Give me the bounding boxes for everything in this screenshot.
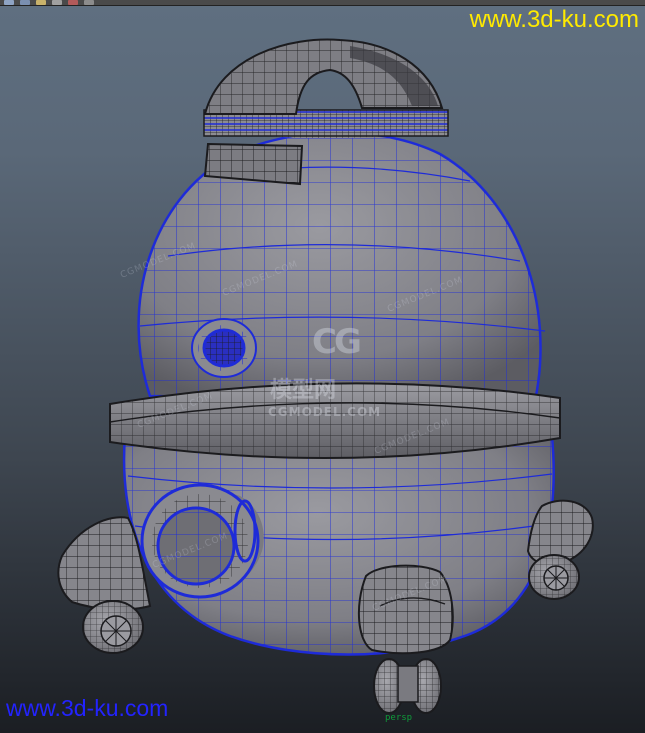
light-icon[interactable]: [36, 0, 46, 5]
grid-icon[interactable]: [4, 0, 14, 5]
xray-icon[interactable]: [84, 0, 94, 5]
latch-clip: [203, 142, 304, 186]
maya-app-window: CG 模型网 CGMODEL.COM CGMODEL.COM CGMODEL.C…: [0, 0, 645, 733]
render-icon[interactable]: [52, 0, 62, 5]
isolate-icon[interactable]: [68, 0, 78, 5]
watermark-logo: CG: [312, 322, 362, 362]
camera-label: persp: [385, 713, 413, 723]
front-wheels: [373, 658, 442, 714]
left-wheel: [82, 600, 144, 654]
3d-viewport[interactable]: CG 模型网 CGMODEL.COM CGMODEL.COM CGMODEL.C…: [0, 6, 645, 733]
carry-handle: [203, 38, 444, 115]
watermark-url-bottom: www.3d-ku.com: [6, 695, 169, 721]
side-port-upper: [191, 318, 257, 378]
watermark-sub-text: CGMODEL.COM: [268, 405, 382, 419]
camera-icon[interactable]: [20, 0, 30, 5]
right-wheel: [528, 554, 580, 600]
vacuum-cleaner-model[interactable]: [0, 6, 645, 733]
watermark-cn-text: 模型网: [270, 378, 337, 403]
watermark-url-top: www.3d-ku.com: [469, 6, 639, 33]
